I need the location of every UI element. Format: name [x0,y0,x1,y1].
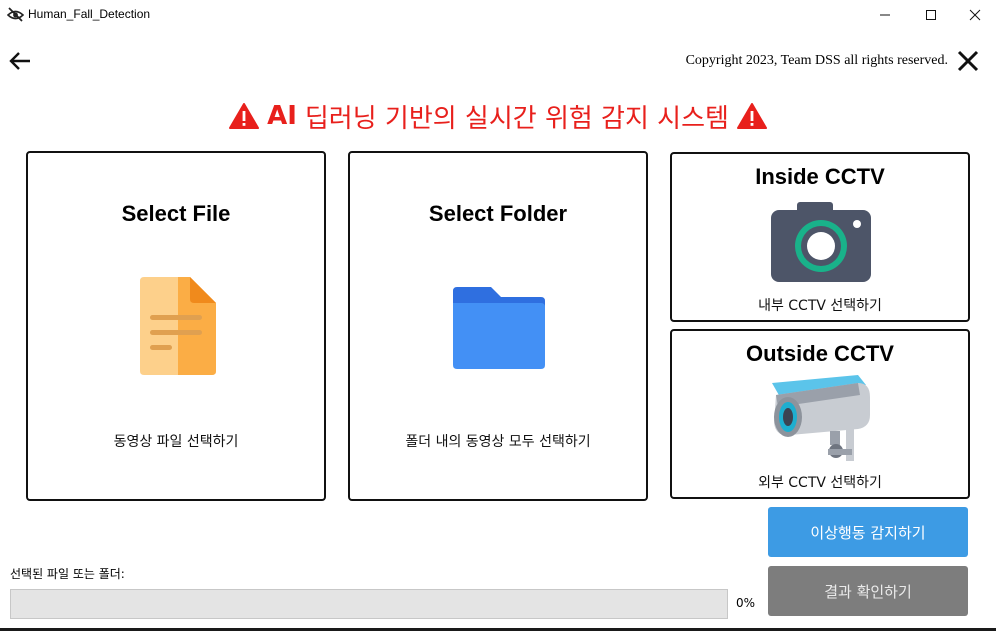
camera-icon [771,202,871,282]
progress-percent: 0% [736,596,756,610]
app-eye-slash-icon [7,7,24,22]
selected-path-label: 선택된 파일 또는 폴더: [10,567,125,581]
progress-bar [10,589,728,619]
window-titlebar: Human_Fall_Detection [0,0,996,30]
cctv-icon [772,375,870,461]
detect-anomaly-button[interactable]: 이상행동 감지하기 [768,507,968,557]
arrow-left-icon[interactable] [8,50,32,72]
close-x-icon[interactable] [956,49,980,73]
inside-cctv-subtitle: 내부 CCTV 선택하기 [758,298,882,314]
maximize-button[interactable] [908,0,954,30]
copyright-text: Copyright 2023, Team DSS all rights rese… [685,53,948,68]
inside-cctv-title: Inside CCTV [755,164,885,189]
close-icon [969,9,981,21]
window-title: Human_Fall_Detection [28,7,151,21]
select-folder-card[interactable]: Select Folder 폴더 내의 동영상 모두 선택하기 [348,151,648,501]
select-folder-subtitle: 폴더 내의 동영상 모두 선택하기 [405,434,591,450]
select-folder-title: Select Folder [428,201,568,226]
window-close-button[interactable] [952,0,996,30]
minimize-icon [880,14,890,16]
maximize-icon [926,10,936,20]
page-title: AI 딥러닝 기반의 실시간 위험 감지 시스템 [0,98,996,134]
minimize-button[interactable] [862,0,908,30]
warning-icon [229,103,260,129]
outside-cctv-card[interactable]: Outside CCTV 외부 CCTV 선택하기 [670,329,970,499]
select-file-card[interactable]: Select File 동영상 파일 선택하기 [26,151,326,501]
folder-icon [453,287,545,369]
view-results-button[interactable]: 결과 확인하기 [768,566,968,616]
outside-cctv-title: Outside CCTV [746,341,894,366]
title-ai: AI [267,101,297,131]
inside-cctv-card[interactable]: Inside CCTV 내부 CCTV 선택하기 [670,152,970,322]
title-text: 딥러닝 기반의 실시간 위험 감지 시스템 [304,103,729,134]
select-file-subtitle: 동영상 파일 선택하기 [113,434,239,450]
outside-cctv-subtitle: 외부 CCTV 선택하기 [758,475,882,491]
warning-icon [736,103,767,129]
document-icon [140,277,216,375]
select-file-title: Select File [121,201,231,226]
